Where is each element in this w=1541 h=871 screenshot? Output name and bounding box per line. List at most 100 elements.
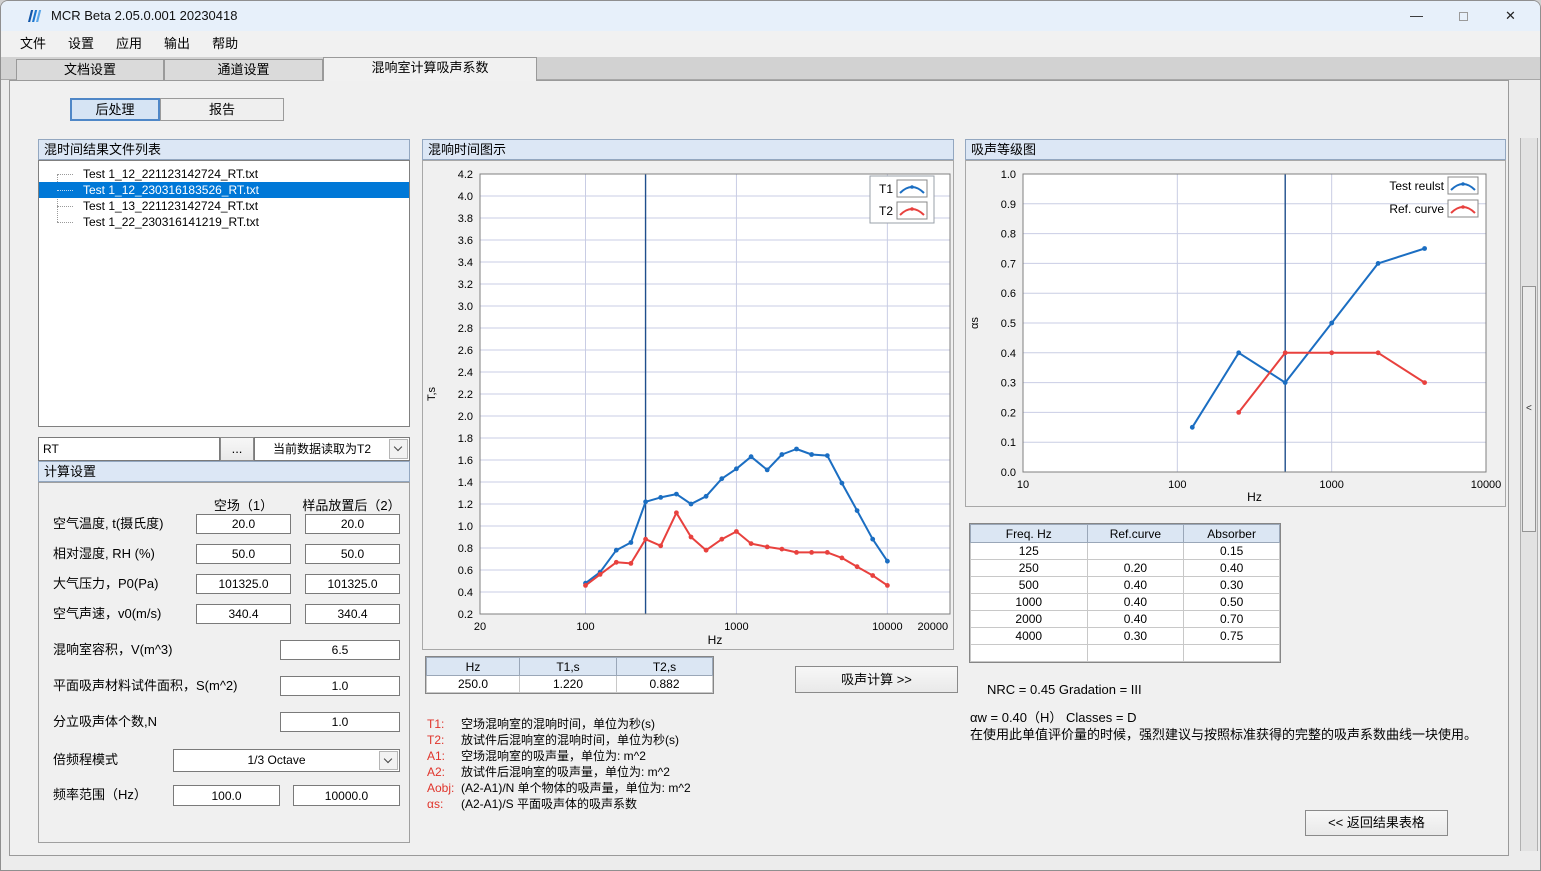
svg-text:3.2: 3.2: [458, 279, 473, 291]
table-row: 250.0 1.220 0.882: [427, 676, 713, 693]
svg-text:Ref. curve: Ref. curve: [1389, 202, 1444, 216]
menu-apply[interactable]: 应用: [105, 31, 153, 57]
svg-text:2.4: 2.4: [458, 367, 473, 379]
svg-text:Hz: Hz: [1247, 490, 1262, 504]
list-item[interactable]: Test 1_13_221123142724_RT.txt: [39, 198, 409, 214]
svg-text:1.8: 1.8: [458, 433, 473, 445]
svg-text:0.0: 0.0: [1001, 467, 1016, 479]
cell: 0.70: [1184, 611, 1280, 628]
svg-text:10000: 10000: [872, 621, 903, 633]
data-source-dropdown[interactable]: 当前数据读取为T2: [254, 437, 410, 461]
sound-speed-field-1[interactable]: [196, 604, 291, 624]
pressure-field-2[interactable]: [305, 574, 400, 594]
chevron-down-icon: [389, 439, 408, 459]
cell: 0.20: [1087, 560, 1184, 577]
rt-name-input[interactable]: [38, 437, 220, 461]
rt-result-table: Hz T1,s T2,s 250.0 1.220 0.882: [425, 656, 714, 694]
menu-settings[interactable]: 设置: [57, 31, 105, 57]
column-header-empty-room: 空场（1）: [196, 495, 291, 514]
list-item-selected[interactable]: Test 1_12_230316183526_RT.txt: [39, 182, 409, 198]
sound-speed-label: 空气声速，v0(m/s): [53, 604, 161, 624]
file-list-title: 混时间结果文件列表: [38, 139, 410, 160]
subtab-report[interactable]: 报告: [160, 98, 284, 121]
file-list: Test 1_12_221123142724_RT.txt Test 1_12_…: [38, 160, 410, 427]
menu-file[interactable]: 文件: [9, 31, 57, 57]
cell: 0.15: [1184, 543, 1280, 560]
svg-text:0.2: 0.2: [1001, 407, 1016, 419]
cell: 0.40: [1087, 611, 1184, 628]
back-to-results-button[interactable]: << 返回结果表格: [1305, 810, 1448, 836]
calc-settings-panel: 空场（1） 样品放置后（2） 空气温度, t(摄氏度) 相对湿度, RH (%)…: [38, 482, 410, 843]
side-splitter: <: [1520, 138, 1538, 851]
octave-mode-dropdown[interactable]: 1/3 Octave: [173, 749, 400, 772]
sample-area-field[interactable]: [280, 676, 400, 696]
close-icon[interactable]: ✕: [1487, 1, 1534, 31]
grade-chart-title: 吸声等级图: [965, 139, 1506, 160]
ann-text: (A2-A1)/S 平面吸声体的吸声系数: [461, 797, 637, 811]
svg-text:0.9: 0.9: [1001, 199, 1016, 211]
list-item[interactable]: Test 1_12_221123142724_RT.txt: [39, 166, 409, 182]
table-row: 40000.300.75: [971, 628, 1280, 645]
freq-range-min-field[interactable]: [173, 785, 280, 806]
air-temp-field-1[interactable]: [196, 514, 291, 534]
browse-button[interactable]: ...: [220, 437, 254, 461]
maximize-icon[interactable]: [1440, 1, 1487, 31]
svg-text:1.6: 1.6: [458, 455, 473, 467]
col-header-refcurve: Ref.curve: [1087, 525, 1184, 543]
absorber-count-field[interactable]: [280, 712, 400, 732]
table-row: 10000.400.50: [971, 594, 1280, 611]
cell: [971, 645, 1088, 662]
rt-chart-canvas[interactable]: 0.20.40.60.81.01.21.41.61.82.02.22.42.62…: [423, 161, 953, 649]
cell: 4000: [971, 628, 1088, 645]
ann-key: αs:: [427, 796, 461, 812]
menu-help[interactable]: 帮助: [201, 31, 249, 57]
chevron-down-icon: [379, 751, 398, 770]
menu-output[interactable]: 输出: [153, 31, 201, 57]
title-bar: MCR Beta 2.05.0.001 20230418 — ✕: [1, 1, 1540, 31]
cell-freq: 250.0: [427, 676, 520, 693]
air-temp-field-2[interactable]: [305, 514, 400, 534]
svg-text:T2: T2: [879, 204, 893, 218]
minimize-icon[interactable]: —: [1393, 1, 1440, 31]
ann-key: T2:: [427, 732, 461, 748]
table-row: [971, 645, 1280, 662]
grade-chart-canvas[interactable]: 0.00.10.20.30.40.50.60.70.80.91.01010010…: [966, 161, 1505, 506]
svg-text:100: 100: [576, 621, 594, 633]
svg-text:0.6: 0.6: [1001, 288, 1016, 300]
octave-mode-label: 倍频程模式: [53, 750, 118, 770]
tab-document-settings[interactable]: 文档设置: [16, 59, 164, 80]
column-header-with-sample: 样品放置后（2）: [299, 495, 404, 514]
absorption-calc-button[interactable]: 吸声计算 >>: [795, 666, 958, 693]
tab-strip: 文档设置 通道设置 混响室计算吸声系数: [1, 57, 1540, 80]
app-icon: [27, 8, 43, 24]
svg-text:20: 20: [474, 621, 486, 633]
svg-text:0.3: 0.3: [1001, 378, 1016, 390]
tab-channel-settings[interactable]: 通道设置: [164, 59, 323, 80]
collapse-handle[interactable]: <: [1522, 286, 1536, 532]
pressure-field-1[interactable]: [196, 574, 291, 594]
calc-settings-title: 计算设置: [38, 461, 410, 482]
svg-text:0.8: 0.8: [1001, 229, 1016, 241]
ann-key: A1:: [427, 748, 461, 764]
subtab-postprocess[interactable]: 后处理: [70, 98, 160, 121]
air-temp-label: 空气温度, t(摄氏度): [53, 514, 164, 534]
sound-speed-field-2[interactable]: [305, 604, 400, 624]
svg-text:0.8: 0.8: [458, 543, 473, 555]
svg-text:Test reulst: Test reulst: [1389, 179, 1444, 193]
list-item[interactable]: Test 1_22_230316141219_RT.txt: [39, 214, 409, 230]
svg-text:100: 100: [1168, 479, 1186, 491]
freq-range-max-field[interactable]: [293, 785, 400, 806]
ann-key: A2:: [427, 764, 461, 780]
cell-t2: 0.882: [617, 676, 713, 693]
cell: 0.40: [1087, 594, 1184, 611]
humidity-field-2[interactable]: [305, 544, 400, 564]
table-row: 1250.15: [971, 543, 1280, 560]
humidity-field-1[interactable]: [196, 544, 291, 564]
svg-text:3.4: 3.4: [458, 257, 473, 269]
ann-key: Aobj:: [427, 780, 461, 796]
room-volume-field[interactable]: [280, 640, 400, 660]
col-header-absorber: Absorber: [1184, 525, 1280, 543]
tab-reverb-absorption[interactable]: 混响室计算吸声系数: [323, 57, 537, 81]
room-volume-label: 混响室容积，V(m^3): [53, 640, 173, 660]
svg-text:10000: 10000: [1471, 479, 1502, 491]
